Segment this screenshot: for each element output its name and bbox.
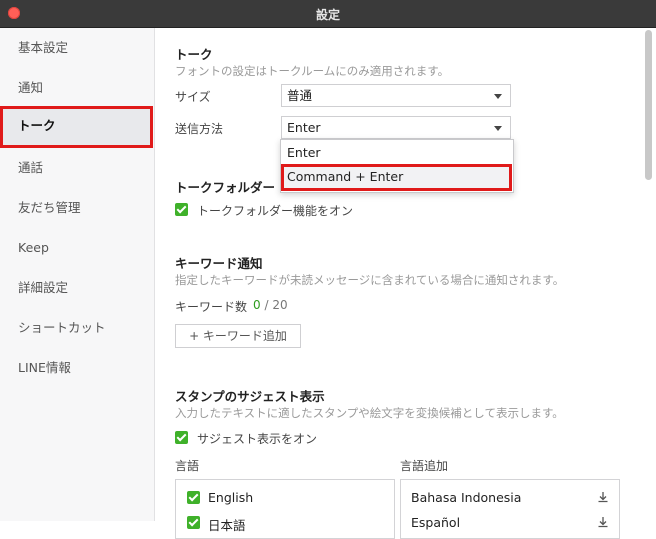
font-size-value: 普通 <box>287 88 313 103</box>
window-title: 設定 <box>315 8 340 22</box>
sidebar-item-talk[interactable]: トーク <box>0 106 153 148</box>
sidebar-item-notifications[interactable]: 通知 <box>0 68 154 108</box>
chevron-down-icon <box>494 126 502 131</box>
talk-section-heading: トーク <box>175 47 213 62</box>
send-method-label: 送信方法 <box>175 122 224 136</box>
suggest-checkbox-label: サジェスト表示をオン <box>197 432 318 446</box>
font-size-label: サイズ <box>175 90 211 104</box>
title-bar: 設定 <box>0 0 656 28</box>
option-command-enter[interactable]: Command + Enter <box>281 164 512 191</box>
sidebar-item-advanced[interactable]: 詳細設定 <box>0 268 154 308</box>
talk-folder-checkbox[interactable] <box>175 203 188 216</box>
content-scrollbar[interactable] <box>645 30 652 180</box>
send-method-select[interactable]: Enter <box>281 116 511 139</box>
language-option-indonesian[interactable]: Bahasa Indonesia <box>411 490 521 505</box>
keyword-count: 0 / 20 <box>253 298 288 312</box>
chevron-down-icon <box>494 94 502 99</box>
language-label-japanese: 日本語 <box>208 518 246 533</box>
sticker-suggest-description: 入力したテキストに適したスタンプや絵文字を変換候補として表示します。 <box>175 406 564 420</box>
add-keyword-button[interactable]: + キーワード追加 <box>175 324 301 348</box>
sidebar-item-line-info[interactable]: LINE情報 <box>0 348 154 388</box>
available-languages-list: Bahasa Indonesia Español <box>400 479 620 539</box>
keyword-count-max: / 20 <box>264 298 288 312</box>
sidebar-item-general[interactable]: 基本設定 <box>0 28 154 68</box>
sidebar-item-friends[interactable]: 友だち管理 <box>0 188 154 228</box>
settings-sidebar: 基本設定 通知 トーク 通話 友だち管理 Keep 詳細設定 ショートカット L… <box>0 28 155 521</box>
language-label-english: English <box>208 490 254 505</box>
talk-folder-checkbox-label: トークフォルダー機能をオン <box>197 204 354 218</box>
language-checkbox-japanese[interactable] <box>187 516 200 529</box>
language-option-spanish[interactable]: Español <box>411 515 460 530</box>
send-method-value: Enter <box>287 120 321 135</box>
keyword-count-current: 0 <box>253 298 261 312</box>
font-size-select[interactable]: 普通 <box>281 84 511 107</box>
sidebar-item-calls[interactable]: 通話 <box>0 148 154 188</box>
sticker-suggest-heading: スタンプのサジェスト表示 <box>175 389 325 404</box>
suggest-checkbox[interactable] <box>175 431 188 444</box>
download-icon[interactable] <box>597 516 609 528</box>
send-method-dropdown: Enter Command + Enter <box>280 139 514 193</box>
keyword-count-label: キーワード数 <box>175 300 248 314</box>
selected-languages-list: English 日本語 <box>175 479 395 539</box>
add-languages-header: 言語追加 <box>400 459 449 473</box>
language-checkbox-english[interactable] <box>187 491 200 504</box>
option-enter[interactable]: Enter <box>281 140 513 165</box>
keyword-heading: キーワード通知 <box>175 256 263 271</box>
talk-section-description: フォントの設定はトークルームにのみ適用されます。 <box>175 64 450 78</box>
sidebar-item-shortcuts[interactable]: ショートカット <box>0 308 154 348</box>
download-icon[interactable] <box>597 491 609 503</box>
sidebar-item-keep[interactable]: Keep <box>0 228 154 268</box>
languages-header: 言語 <box>175 459 200 473</box>
keyword-description: 指定したキーワードが未読メッセージに含まれている場合に通知されます。 <box>175 273 565 287</box>
talk-folder-heading: トークフォルダー <box>175 180 276 195</box>
